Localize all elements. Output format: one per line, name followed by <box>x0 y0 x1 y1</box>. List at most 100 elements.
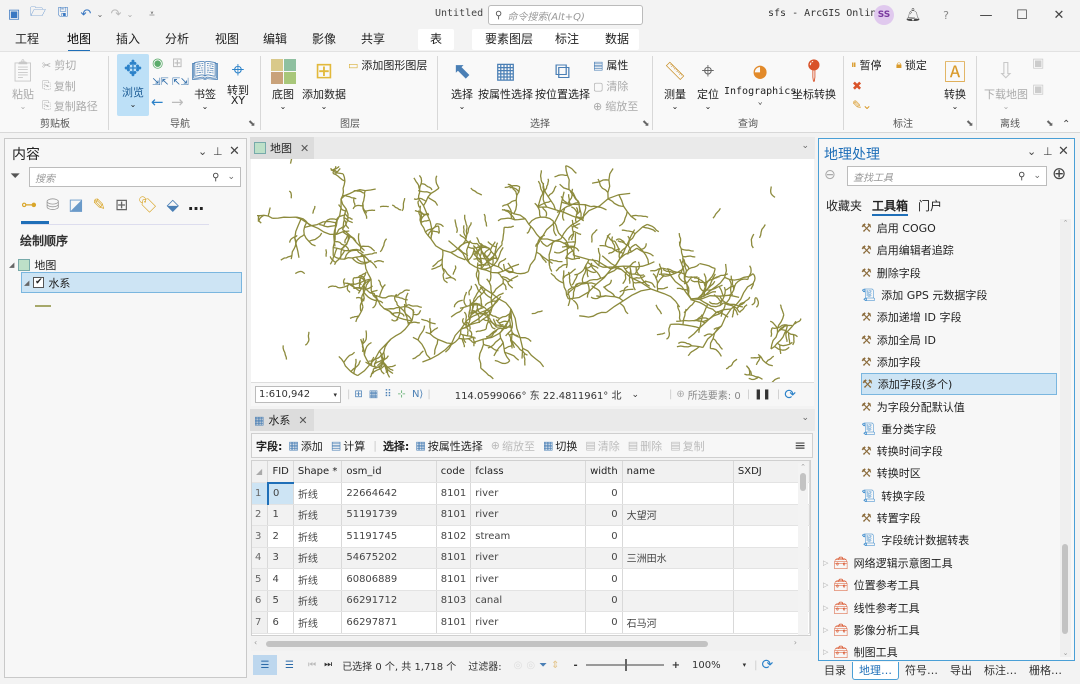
table-cell[interactable]: 8101 <box>436 504 472 526</box>
table-cell[interactable]: 60806889 <box>341 568 437 591</box>
table-view-tab[interactable]: ▦ 水系 ✕ <box>250 409 314 431</box>
vertical-scroll-thumb[interactable] <box>1062 544 1068 634</box>
table-row[interactable]: 4 3 折线 54675202 8101 river 0 三洲田水 <box>252 547 810 569</box>
dialog-launcher-icon[interactable]: ⬊ <box>642 119 650 129</box>
portal-label[interactable]: sfs - ArcGIS Online <box>768 8 882 19</box>
snapping-icon[interactable]: ⊞ <box>115 195 128 214</box>
unplaced-labels-icon[interactable]: ✖ <box>852 79 862 93</box>
table-zoom-level[interactable]: 100% <box>692 660 721 671</box>
contents-search-input[interactable]: 搜索 ⚲ ⌄ <box>29 167 241 187</box>
column-header[interactable]: FID <box>267 461 294 484</box>
tab-list-chevron-icon[interactable]: ⌄ <box>801 141 809 151</box>
table-cell[interactable] <box>622 482 734 505</box>
next-extent-icon[interactable]: → <box>171 93 184 111</box>
slider-thumb[interactable] <box>624 659 627 671</box>
column-header[interactable]: osm_id <box>341 461 437 483</box>
previous-extent-icon[interactable]: ← <box>151 93 164 111</box>
table-cell[interactable]: 折线 <box>293 568 343 591</box>
tool-item[interactable]: 📜︎ 字段统计数据转表 <box>861 529 1057 551</box>
convert-coordinates-button[interactable]: 📍︎ 坐标转换 <box>792 56 836 102</box>
tab-imagery[interactable]: 影像 <box>307 29 341 51</box>
table-cell[interactable]: 8101 <box>436 568 472 591</box>
add-data-button[interactable]: ⊞ 添加数据 ⌄ <box>302 56 346 112</box>
save-project-icon[interactable]: 🖫 <box>55 5 71 22</box>
table-cell[interactable]: 51191745 <box>341 525 437 548</box>
copy-path-button[interactable]: ⎘ 复制路径 <box>42 98 98 114</box>
table-cell[interactable]: 8101 <box>436 547 472 569</box>
tool-item[interactable]: ⚒ 添加全局 ID <box>861 328 1057 350</box>
tab-labeling[interactable]: 标注 <box>550 29 584 51</box>
refresh-icon[interactable]: ⟳ <box>784 387 796 403</box>
table-cell[interactable]: 8101 <box>436 611 472 634</box>
clear-selection-button[interactable]: ▢ 清除 <box>593 78 628 94</box>
maximize-button[interactable]: ☐ <box>1012 5 1032 25</box>
bottom-tab-raster[interactable]: 栅格… <box>1023 662 1068 680</box>
select-by-location-button[interactable]: ⧉ 按位置选择 <box>535 56 590 102</box>
pause-labeling-button[interactable]: ⏸ 暂停 <box>851 57 882 73</box>
dialog-launcher-icon[interactable]: ⬊ <box>1046 119 1054 129</box>
tool-item[interactable]: 📜︎ 添加 GPS 元数据字段 <box>861 284 1057 306</box>
table-icon[interactable]: ▦ <box>369 389 378 400</box>
coordinate-format-chevron-icon[interactable]: ⌄ <box>631 390 639 400</box>
add-graphics-layer-button[interactable]: ▭ 添加图形图层 <box>348 57 427 73</box>
expand-triangle-icon[interactable]: ▷ <box>823 604 828 612</box>
row-header[interactable]: 1 <box>252 482 269 505</box>
zoom-in-button[interactable]: + <box>672 660 680 671</box>
filter-query-icon[interactable]: ⏷ <box>539 660 547 671</box>
close-button[interactable]: ✕ <box>1049 5 1069 25</box>
table-cell[interactable]: 22664642 <box>341 482 437 505</box>
close-tab-icon[interactable]: ✕ <box>298 414 307 427</box>
last-record-icon[interactable]: ⏭ <box>324 660 332 670</box>
tab-favorites[interactable]: 收藏夹 <box>826 197 862 216</box>
table-cell[interactable]: 54675202 <box>341 547 437 569</box>
customize-qat-icon[interactable]: ⩡ <box>144 6 160 22</box>
map-tree-item[interactable]: ◢ 地图 <box>9 257 56 273</box>
fixed-zoom-out-icon[interactable]: ⇱⇲ <box>172 77 189 88</box>
filter-icon[interactable]: ⏷ <box>10 169 20 184</box>
editing-icon[interactable]: ✎ <box>93 195 106 214</box>
close-pane-icon[interactable]: ✕ <box>229 144 240 159</box>
tool-item[interactable]: ⚒ 转换时间字段 <box>861 440 1057 462</box>
calculate-field-button[interactable]: 计算 <box>343 438 365 454</box>
selection-icon[interactable]: ◪ <box>68 195 83 214</box>
scroll-up-icon[interactable]: ⌃ <box>1060 219 1071 227</box>
basemap-button[interactable]: 底图 ⌄ <box>268 56 298 111</box>
data-source-icon[interactable]: ⛁ <box>46 195 59 214</box>
dialog-launcher-icon[interactable]: ⬊ <box>966 119 974 129</box>
delete-button[interactable]: 删除 <box>640 438 662 454</box>
expand-triangle-icon[interactable]: ▷ <box>823 626 828 634</box>
table-cell[interactable]: 66297871 <box>341 611 437 634</box>
table-cell[interactable]: 5 <box>267 590 294 612</box>
zoom-out-button[interactable]: - <box>573 660 577 671</box>
row-header[interactable]: 5 <box>252 568 269 591</box>
table-cell[interactable]: 0 <box>585 547 623 569</box>
scale-dropdown[interactable]: 1:610,942 ▾ <box>255 386 341 403</box>
map-view-tab[interactable]: 地图 ✕ <box>250 137 314 159</box>
table-cell[interactable]: 8103 <box>436 590 472 612</box>
download-map-button[interactable]: ⇩ 下载地图 ⌄ <box>984 56 1028 112</box>
table-row[interactable]: 5 4 折线 60806889 8101 river 0 <box>252 568 810 591</box>
scroll-down-icon[interactable]: ⌄ <box>1060 649 1071 657</box>
pin-icon[interactable]: ⊥ <box>213 145 223 158</box>
bottom-tab-symbology[interactable]: 符号… <box>899 662 944 680</box>
pin-icon[interactable]: ⊥ <box>1043 145 1053 158</box>
table-cell[interactable]: canal <box>470 590 587 612</box>
infographics-button[interactable]: ◕ Infographics ⌄ <box>724 56 796 107</box>
table-row[interactable]: 1 0 折线 22664642 8101 river 0 <box>252 482 810 505</box>
table-cell[interactable]: 折线 <box>293 482 343 505</box>
lock-labeling-button[interactable]: 🔒︎ 锁定 <box>896 57 927 73</box>
layer-tree-item[interactable]: ◢ ✔ 水系 <box>21 272 242 293</box>
table-cell[interactable]: 折线 <box>293 547 343 569</box>
toolbox-item[interactable]: ▷ 🧰︎ 影像分析工具 <box>823 619 1053 641</box>
table-cell[interactable]: 0 <box>585 525 623 548</box>
measure-button[interactable]: 📏︎ 测量 ⌄ <box>660 56 690 112</box>
column-header[interactable]: width <box>585 461 623 483</box>
row-header[interactable]: 2 <box>252 504 269 526</box>
table-cell[interactable]: 0 <box>266 482 294 505</box>
table-cell[interactable]: 51191739 <box>341 504 437 526</box>
toolbox-item[interactable]: ▷ 🧰︎ 网络逻辑示意图工具 <box>823 552 1053 574</box>
select-button[interactable]: ⬉ 选择 ⌄ <box>447 56 477 112</box>
remove-offline-icon[interactable]: ▣ <box>1032 82 1044 97</box>
vertical-scrollbar[interactable]: ⌃ <box>798 463 808 635</box>
column-header[interactable]: Shape * <box>293 461 343 483</box>
